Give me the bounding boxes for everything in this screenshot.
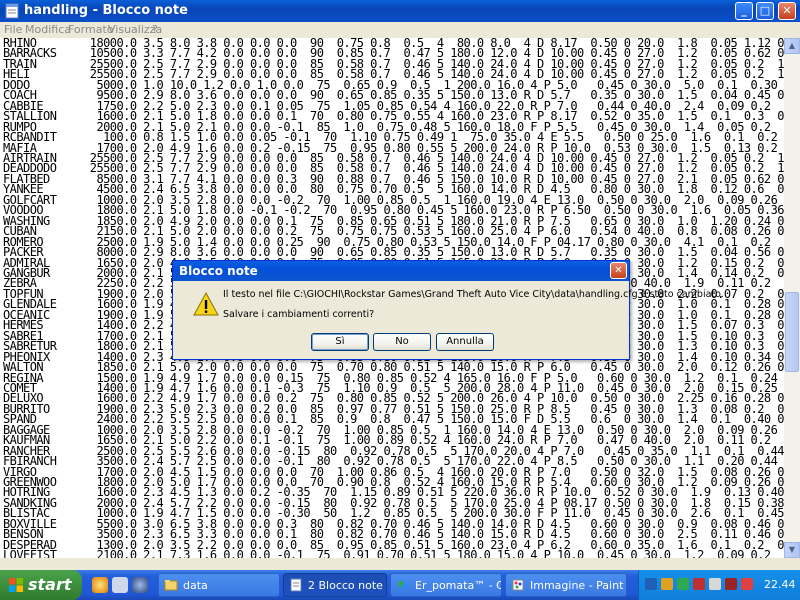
yes-button[interactable]: Sì bbox=[311, 333, 369, 351]
menu-bar: File Modifica Formato Visualizza ? bbox=[0, 22, 800, 39]
dialog-titlebar[interactable]: Blocco note ✕ bbox=[173, 261, 629, 281]
cancel-button[interactable]: Annulla bbox=[436, 333, 494, 351]
window-title: handling - Blocco note bbox=[24, 3, 188, 18]
notepad-icon bbox=[5, 3, 19, 19]
warning-icon bbox=[193, 291, 219, 316]
editor-line: LOVEFIST 2100.0 2.1 7.3 1.6 0.0 0.0 -0.1… bbox=[3, 548, 784, 558]
clock: 22.44 bbox=[764, 578, 796, 591]
menu-modifica[interactable]: Modifica bbox=[25, 23, 71, 36]
paint-icon bbox=[512, 579, 524, 591]
window-bottom-border bbox=[0, 558, 800, 570]
tray-ati-icon[interactable] bbox=[741, 578, 753, 590]
quicklaunch-desktop-icon[interactable] bbox=[112, 577, 128, 593]
tray-app-icon[interactable] bbox=[725, 578, 737, 590]
notepad-task-icon bbox=[290, 578, 302, 592]
tray-volume-icon[interactable] bbox=[709, 578, 721, 590]
task-label: 2 Blocco note bbox=[308, 579, 383, 592]
scroll-thumb[interactable] bbox=[785, 292, 799, 372]
scroll-up-button[interactable]: ▲ bbox=[784, 38, 800, 54]
messenger-icon bbox=[398, 581, 408, 589]
system-tray: 22.44 bbox=[638, 570, 800, 600]
vertical-scrollbar[interactable]: ▲ ▼ bbox=[784, 38, 800, 558]
menu-formato[interactable]: Formato bbox=[68, 23, 114, 36]
start-label: start bbox=[28, 575, 72, 594]
quicklaunch-browser-icon[interactable] bbox=[92, 577, 108, 593]
save-changes-dialog: Blocco note ✕ Il testo nel file C:\GIOCH… bbox=[172, 260, 724, 360]
quicklaunch-media-icon[interactable] bbox=[132, 577, 148, 593]
taskbar: start data 2 Blocco note Er_pomata™ - Co… bbox=[0, 570, 800, 600]
tray-security-icon[interactable] bbox=[661, 578, 673, 590]
tray-messenger-icon[interactable] bbox=[677, 578, 689, 590]
close-button[interactable]: ✕ bbox=[778, 2, 796, 20]
windows-logo-icon bbox=[9, 578, 23, 592]
menu-file[interactable]: File bbox=[4, 23, 22, 36]
maximize-button[interactable]: □ bbox=[756, 2, 774, 20]
task-label: Er_pomata™ - Con... bbox=[415, 579, 501, 592]
task-messenger[interactable]: Er_pomata™ - Con... bbox=[390, 573, 502, 597]
minimize-button[interactable]: _ bbox=[735, 2, 753, 20]
menu-help[interactable]: ? bbox=[152, 23, 158, 36]
task-label: Immagine - Paint bbox=[530, 579, 624, 592]
dialog-message: Il testo nel file C:\GIOCHI\Rockstar Gam… bbox=[223, 289, 724, 300]
scroll-down-button[interactable]: ▼ bbox=[784, 542, 800, 558]
dialog-title: Blocco note bbox=[179, 264, 258, 278]
tray-network-icon[interactable] bbox=[645, 578, 657, 590]
task-paint[interactable]: Immagine - Paint bbox=[505, 573, 627, 597]
dialog-close-button[interactable]: ✕ bbox=[610, 262, 627, 279]
start-button[interactable]: start bbox=[0, 570, 82, 600]
tray-antivirus-icon[interactable] bbox=[693, 578, 705, 590]
dialog-question: Salvare i cambiamenti correnti? bbox=[223, 309, 375, 320]
task-data[interactable]: data bbox=[158, 573, 280, 597]
folder-icon bbox=[164, 580, 178, 591]
no-button[interactable]: No bbox=[373, 333, 431, 351]
window-titlebar[interactable]: handling - Blocco note _ □ ✕ bbox=[0, 0, 800, 22]
task-label: data bbox=[183, 579, 208, 592]
task-notepad[interactable]: 2 Blocco note bbox=[283, 573, 387, 597]
